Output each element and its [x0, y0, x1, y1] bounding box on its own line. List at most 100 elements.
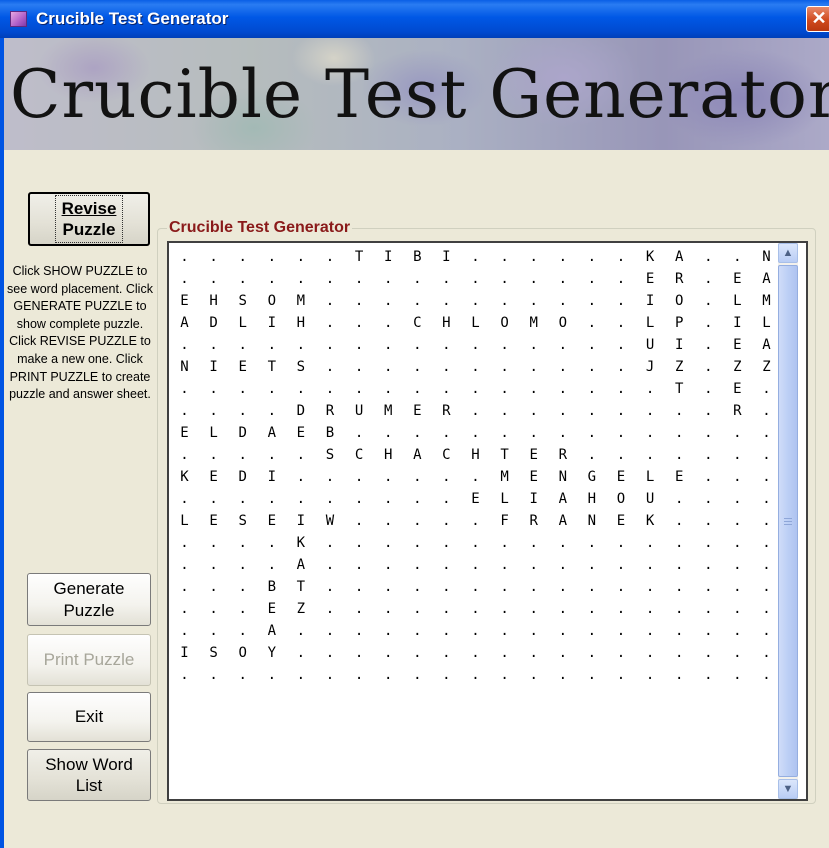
title-bar[interactable]: Crucible Test Generator ✕: [0, 0, 829, 38]
puzzle-cell: Z: [296, 601, 306, 617]
puzzle-cell: .: [558, 293, 568, 309]
puzzle-cell: .: [471, 249, 480, 265]
puzzle-cell: .: [704, 491, 713, 507]
puzzle-cell: .: [674, 557, 684, 573]
puzzle-cell: .: [180, 381, 189, 397]
puzzle-cell: .: [529, 535, 538, 551]
puzzle-cell: N: [558, 469, 568, 485]
puzzle-cell: S: [296, 359, 306, 375]
show-word-list-button[interactable]: Show Word List: [27, 749, 151, 801]
close-button[interactable]: ✕: [806, 6, 829, 32]
puzzle-cell: .: [704, 425, 713, 441]
puzzle-cell: .: [733, 425, 742, 441]
scroll-up-button[interactable]: ▲: [778, 243, 798, 263]
puzzle-cell: .: [762, 601, 771, 617]
puzzle-cell: .: [267, 667, 277, 683]
puzzle-cell: .: [558, 271, 568, 287]
puzzle-cell: .: [674, 667, 684, 683]
puzzle-cell: .: [500, 403, 509, 419]
puzzle-cell: .: [442, 293, 451, 309]
puzzle-cell: .: [442, 645, 451, 661]
puzzle-cell: .: [674, 513, 684, 529]
puzzle-cell: .: [762, 557, 771, 573]
scroll-thumb[interactable]: [778, 265, 798, 777]
puzzle-cell: .: [238, 271, 247, 287]
puzzle-cell: E: [674, 469, 684, 485]
puzzle-cell: .: [325, 579, 335, 595]
revise-puzzle-button[interactable]: Revise Puzzle: [28, 192, 150, 246]
puzzle-cell: M: [529, 315, 538, 331]
puzzle-cell: .: [674, 535, 684, 551]
puzzle-cell: .: [325, 293, 335, 309]
puzzle-cell: .: [413, 381, 422, 397]
puzzle-cell: .: [383, 579, 393, 595]
print-label: Print Puzzle: [43, 650, 135, 670]
puzzle-cell: .: [558, 579, 568, 595]
puzzle-cell: .: [354, 315, 364, 331]
puzzle-cell: F: [500, 513, 509, 529]
puzzle-cell: .: [529, 381, 538, 397]
puzzle-row: E L D A E B . . . . . . . . . . . . . . …: [173, 425, 770, 447]
puzzle-cell: .: [762, 403, 771, 419]
puzzle-cell: .: [238, 403, 247, 419]
revise-line2: Puzzle: [62, 220, 116, 239]
puzzle-cell: .: [529, 557, 538, 573]
puzzle-cell: .: [471, 403, 480, 419]
puzzle-cell: .: [413, 623, 422, 639]
puzzle-cell: .: [500, 579, 509, 595]
print-puzzle-button[interactable]: Print Puzzle: [27, 634, 151, 686]
puzzle-cell: .: [558, 557, 568, 573]
puzzle-cell: .: [296, 667, 306, 683]
puzzle-cell: .: [442, 557, 451, 573]
puzzle-cell: S: [325, 447, 335, 463]
puzzle-cell: .: [674, 645, 684, 661]
puzzle-cell: U: [354, 403, 364, 419]
generate-line2: Puzzle: [63, 600, 115, 620]
puzzle-cell: O: [267, 293, 277, 309]
puzzle-row: . . . B T . . . . . . . . . . . . . . . …: [173, 579, 770, 601]
vertical-scrollbar[interactable]: ▲ ▼: [778, 243, 798, 799]
puzzle-cell: M: [296, 293, 306, 309]
puzzle-cell: I: [383, 249, 393, 265]
puzzle-cell: .: [267, 535, 277, 551]
puzzle-cell: .: [180, 491, 189, 507]
puzzle-cell: .: [180, 557, 189, 573]
puzzle-cell: .: [558, 403, 568, 419]
puzzle-cell: .: [616, 403, 626, 419]
puzzle-cell: .: [733, 513, 742, 529]
puzzle-cell: .: [645, 447, 655, 463]
puzzle-cell: .: [616, 425, 626, 441]
puzzle-textbox[interactable]: . . . . . . T I B I . . . . . . K A . . …: [167, 241, 808, 801]
instructions-text: Click SHOW PUZZLE to see word placement.…: [7, 264, 153, 402]
puzzle-cell: .: [616, 601, 626, 617]
puzzle-cell: .: [413, 469, 422, 485]
puzzle-cell: .: [238, 601, 247, 617]
puzzle-cell: .: [616, 381, 626, 397]
puzzle-cell: .: [354, 337, 364, 353]
puzzle-cell: R: [325, 403, 335, 419]
puzzle-cell: .: [413, 667, 422, 683]
puzzle-cell: .: [471, 359, 480, 375]
puzzle-cell: T: [267, 359, 277, 375]
puzzle-cell: .: [354, 535, 364, 551]
puzzle-cell: .: [704, 579, 713, 595]
generate-puzzle-button[interactable]: Generate Puzzle: [27, 573, 151, 626]
puzzle-cell: .: [704, 337, 713, 353]
puzzle-cell: A: [296, 557, 306, 573]
puzzle-cell: A: [558, 491, 568, 507]
puzzle-cell: .: [500, 425, 509, 441]
puzzle-row: . . . . . . . . . . . . . . . . . T . E …: [173, 381, 770, 403]
puzzle-cell: I: [529, 491, 538, 507]
puzzle-row: A D L I H . . . C H L O M O . . L P . I …: [173, 315, 770, 337]
puzzle-cell: .: [704, 601, 713, 617]
puzzle-cell: .: [587, 271, 597, 287]
puzzle-cell: .: [267, 447, 277, 463]
exit-button[interactable]: Exit: [27, 692, 151, 742]
puzzle-cell: .: [762, 645, 771, 661]
puzzle-cell: .: [529, 579, 538, 595]
scroll-down-button[interactable]: ▼: [778, 779, 798, 799]
puzzle-cell: .: [529, 337, 538, 353]
puzzle-cell: T: [354, 249, 364, 265]
puzzle-cell: .: [383, 645, 393, 661]
puzzle-cell: .: [413, 535, 422, 551]
